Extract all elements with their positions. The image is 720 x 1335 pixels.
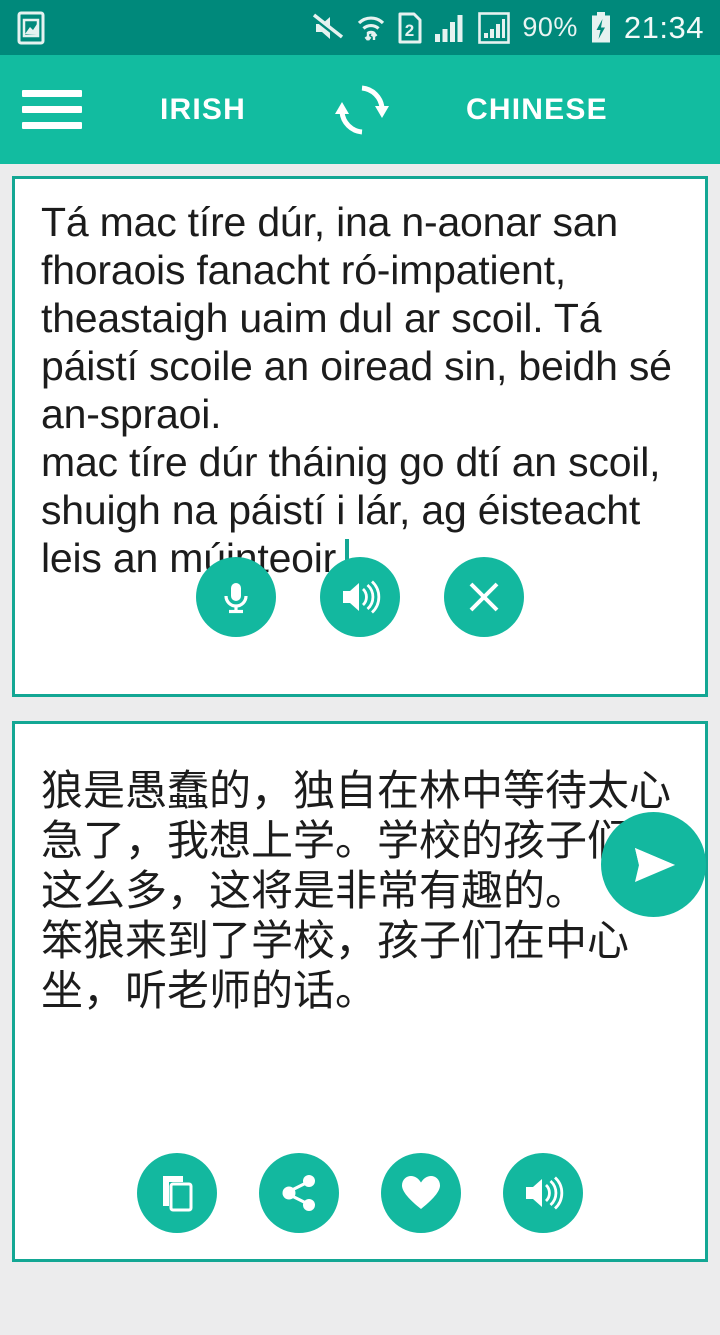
copy-button[interactable] xyxy=(137,1153,217,1233)
mute-icon xyxy=(312,13,344,43)
status-bar-left xyxy=(16,11,46,45)
image-icon xyxy=(16,11,46,45)
status-bar: 2 90% 21:34 xyxy=(0,0,720,55)
translation-result-panel: 狼是愚蠢的，独自在林中等待太心急了，我想上学。学校的孩子们有这么多，这将是非常有… xyxy=(12,721,708,1262)
signal-bars-icon xyxy=(434,13,466,43)
translate-send-button[interactable] xyxy=(601,812,706,917)
app-header: IRISH CHINESE xyxy=(0,55,720,164)
source-language-selector[interactable]: IRISH xyxy=(160,93,246,127)
share-button[interactable] xyxy=(259,1153,339,1233)
source-action-row xyxy=(15,557,705,637)
speak-source-button[interactable] xyxy=(320,557,400,637)
source-text-panel: Tá mac tíre dúr, ina n-aonar san fhoraoi… xyxy=(12,176,708,697)
svg-text:2: 2 xyxy=(405,21,414,40)
source-text-value: Tá mac tíre dúr, ina n-aonar san fhoraoi… xyxy=(41,199,672,581)
translation-content: Tá mac tíre dúr, ina n-aonar san fhoraoi… xyxy=(0,164,720,1335)
translation-action-row xyxy=(15,1153,705,1233)
clear-text-button[interactable] xyxy=(444,557,524,637)
source-text-area[interactable]: Tá mac tíre dúr, ina n-aonar san fhoraoi… xyxy=(41,199,679,583)
microphone-button[interactable] xyxy=(196,557,276,637)
status-bar-right: 2 90% 21:34 xyxy=(312,10,704,46)
battery-percent-label: 90% xyxy=(522,12,578,42)
swap-languages-icon[interactable] xyxy=(330,78,394,142)
status-bar-clock: 21:34 xyxy=(623,9,704,45)
speak-translation-button[interactable] xyxy=(503,1153,583,1233)
translated-text-value: 狼是愚蠢的，独自在林中等待太心急了，我想上学。学校的孩子们有这么多，这将是非常有… xyxy=(41,767,672,1014)
target-language-selector[interactable]: CHINESE xyxy=(466,93,608,127)
favorite-button[interactable] xyxy=(381,1153,461,1233)
wifi-transfer-icon xyxy=(356,13,386,43)
signal-bars-boxed-icon xyxy=(478,11,511,44)
hamburger-menu-icon[interactable] xyxy=(22,90,82,129)
sim-badge-icon: 2 xyxy=(398,12,422,44)
battery-charging-icon xyxy=(590,11,612,44)
